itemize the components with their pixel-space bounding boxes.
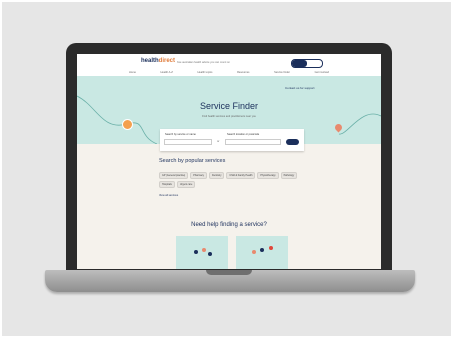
service-chip[interactable]: Child & Family Health (226, 172, 256, 179)
support-link[interactable]: Contact us for support (285, 86, 315, 90)
popular-services-list: GP (General practice) Pharmacy Dentistry… (159, 172, 304, 188)
page-subtitle: Find health services and practitioners n… (202, 115, 256, 118)
toggle-knob (292, 60, 307, 67)
help-heading: Need help finding a service? (191, 222, 267, 228)
service-chip[interactable]: Pathology (280, 172, 298, 179)
nav-resources[interactable]: Resources (237, 71, 249, 74)
illustration-dot (260, 248, 264, 252)
help-card[interactable] (176, 236, 228, 269)
help-card[interactable] (236, 236, 288, 269)
site-header: healthdirect free australian health advi… (77, 54, 381, 76)
popular-heading: Search by popular services (159, 158, 226, 164)
location-search-label: Search location or postcode (227, 133, 260, 136)
service-search-input[interactable] (164, 139, 212, 145)
main-nav: Home Health A-Z Health topics Resources … (129, 71, 329, 74)
nav-health-a-z[interactable]: Health A-Z (161, 71, 173, 74)
nav-service-finder[interactable]: Service finder (274, 71, 290, 74)
location-pin-icon (122, 119, 133, 130)
illustration-dot (202, 248, 206, 252)
site-logo[interactable]: healthdirect (141, 58, 175, 64)
nav-get-involved[interactable]: Get involved (315, 71, 329, 74)
tagline: free australian health advice you can co… (177, 61, 230, 64)
service-chip[interactable]: Hospitals (159, 181, 175, 188)
illustration-dot (194, 250, 198, 254)
service-search-label: Search by service or name (165, 133, 196, 136)
illustration-dot (269, 246, 273, 250)
language-toggle[interactable] (291, 59, 323, 68)
location-search-input[interactable] (225, 139, 281, 145)
laptop-notch (206, 270, 252, 275)
service-chip[interactable]: GP (General practice) (159, 172, 189, 179)
illustration-dot (252, 250, 256, 254)
service-chip[interactable]: Pharmacy (190, 172, 207, 179)
logo-accent: direct (158, 58, 176, 64)
service-chip[interactable]: Dentistry (208, 172, 225, 179)
logo-main: health (141, 58, 159, 64)
or-separator: or (217, 140, 220, 143)
search-button[interactable] (286, 139, 299, 145)
nav-home[interactable]: Home (129, 71, 136, 74)
service-chip[interactable]: Physiotherapy (257, 172, 279, 179)
view-all-services-link[interactable]: View all services (159, 194, 178, 197)
nav-health-topics[interactable]: Health topics (197, 71, 212, 74)
laptop-screen: healthdirect free australian health advi… (77, 54, 381, 269)
service-chip[interactable]: Urgent care (176, 181, 196, 188)
page-title: Service Finder (199, 101, 259, 111)
illustration-dot (208, 252, 212, 256)
